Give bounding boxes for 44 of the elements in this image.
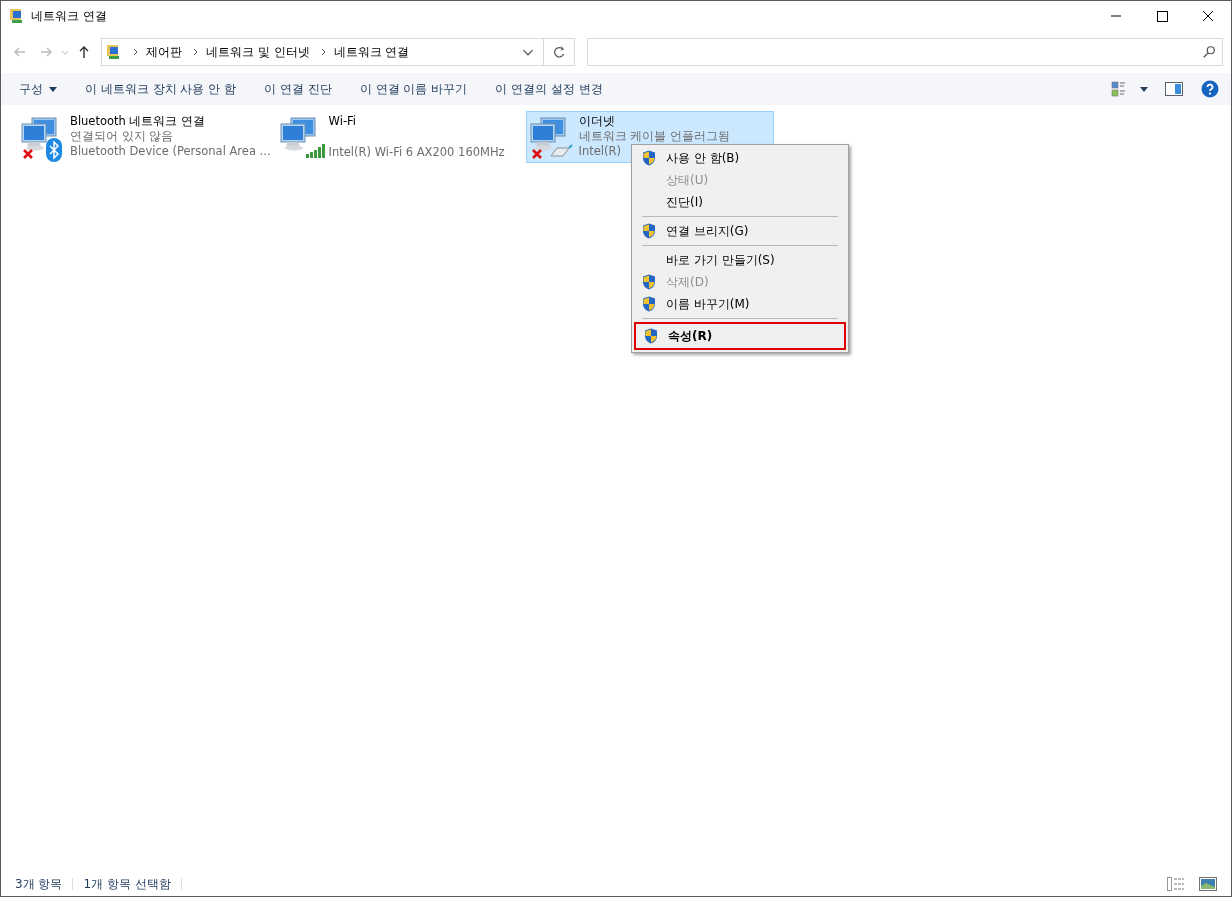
help-icon[interactable] (1201, 80, 1219, 98)
connection-item[interactable]: Wi-Fi Intel(R) Wi-Fi 6 AX200 160MHz (275, 111, 524, 163)
network-cable-icon (548, 144, 573, 158)
device-name: Bluetooth Device (Personal Area ... (70, 144, 271, 159)
computers-icon (528, 116, 569, 152)
menu-item[interactable]: 이름 바꾸기(M) (634, 293, 846, 315)
breadcrumb[interactable]: 네트워크 및 인터넷 (206, 43, 310, 61)
chevron-icon[interactable] (192, 47, 200, 57)
connection-name: Bluetooth 네트워크 연결 (70, 114, 206, 129)
thumbnail-view-icon[interactable] (1199, 877, 1217, 891)
window-title: 네트워크 연결 (31, 7, 107, 25)
connection-status: 연결되어 있지 않음 (70, 129, 174, 144)
device-name: Intel(R) (578, 144, 622, 159)
menu-item[interactable]: 진단(I) (634, 191, 846, 213)
computers-icon (20, 116, 60, 152)
menu-item[interactable]: 속성(R) (634, 322, 846, 350)
address-bar[interactable]: 제어판 네트워크 및 인터넷 네트워크 연결 (101, 38, 575, 66)
selection-count: 1개 항목 선택함 (83, 875, 171, 893)
menu-item[interactable]: 바로 가기 만들기(S) (634, 249, 846, 271)
device-name: Intel(R) Wi-Fi 6 AX200 160MHz (328, 145, 505, 160)
bluetooth-icon (46, 138, 62, 162)
command-button[interactable]: 이 연결 진단 (254, 76, 342, 102)
details-view-icon[interactable] (1167, 877, 1185, 891)
connection-item[interactable]: Bluetooth 네트워크 연결 연결되어 있지 않음 Bluetooth Device (Personal Area ... (17, 111, 274, 163)
network-folder-icon (106, 44, 122, 60)
command-button[interactable]: 이 연결의 설정 변경 (485, 76, 613, 102)
command-button[interactable]: 이 네트워크 장치 사용 안 함 (75, 76, 247, 102)
search-field[interactable] (587, 38, 1223, 66)
chevron-icon[interactable] (132, 47, 140, 57)
signal-bars-icon (304, 144, 327, 158)
network-folder-icon (9, 8, 25, 24)
item-count: 3개 항목 (15, 875, 63, 893)
preview-pane-icon[interactable] (1165, 82, 1183, 96)
breadcrumb[interactable]: 제어판 (146, 43, 182, 61)
chevron-icon[interactable] (319, 47, 328, 57)
breadcrumb[interactable]: 네트워크 연결 (333, 43, 410, 61)
command-button[interactable]: 이 연결 이름 바꾸기 (349, 76, 478, 102)
connection-status: 네트워크 케이블 언플러그됨 (578, 129, 730, 144)
connection-name: Wi-Fi (328, 114, 357, 129)
search-icon (1202, 45, 1216, 59)
organize-menu-button[interactable]: 구성 (9, 76, 67, 102)
connection-name: 이더넷 (578, 114, 615, 129)
computers-icon (278, 116, 319, 152)
menu-item[interactable]: 연결 브리지(G) (634, 220, 846, 242)
